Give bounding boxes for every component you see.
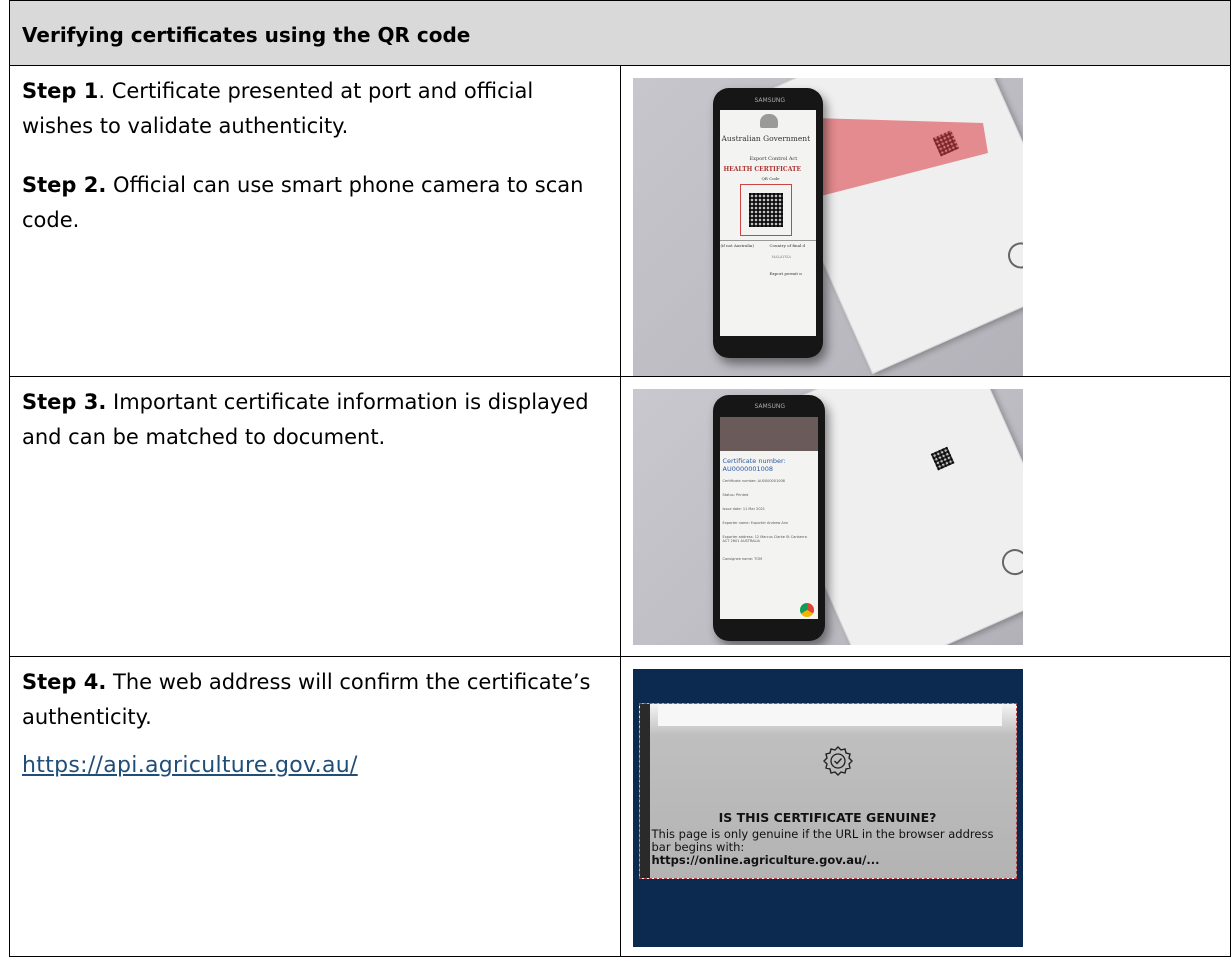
smartphone-icon: SAMSUNG Australian Government Export Con…: [712, 88, 823, 358]
qr-code-icon: [930, 446, 954, 471]
genuine-url: https://online.agriculture.gov.au/...: [651, 853, 880, 867]
screen-table: (if not Australia) Country of final d MA…: [719, 240, 816, 336]
step-3-label: Step 3.: [22, 390, 107, 414]
table-header: Verifying certificates using the QR code: [9, 0, 1231, 66]
step-4-text: The web address will confirm the certifi…: [22, 670, 591, 729]
genuine-body-text: This page is only genuine if the URL in …: [651, 827, 994, 854]
seal-icon: [997, 544, 1023, 580]
scan-beam-icon: [812, 118, 988, 198]
genuine-certificate-banner-screenshot: IS THIS CERTIFICATE GENUINE? This page i…: [632, 669, 1023, 947]
screen-line: Certificate number: AU0000001008: [722, 479, 785, 483]
step-text-cell: Step 3. Important certificate informatio…: [9, 376, 621, 657]
screen-line: Consignee name: TOM: [722, 557, 763, 561]
step-image-cell: SAMSUNG Australian Government Export Con…: [619, 65, 1231, 377]
step-image-cell: SAMSUNG Certificate number: AU0000001008…: [619, 376, 1231, 657]
verified-badge-icon: [822, 746, 853, 776]
browser-banner: IS THIS CERTIFICATE GENUINE? This page i…: [638, 703, 1017, 879]
phone-certificate-info-photo: SAMSUNG Certificate number: AU0000001008…: [632, 389, 1023, 645]
table-row: Step 4. The web address will confirm the…: [9, 656, 1231, 957]
verification-link[interactable]: https://api.agriculture.gov.au/: [22, 753, 358, 778]
step-2-paragraph: Step 2. Official can use smart phone cam…: [10, 160, 620, 238]
gov-header-bar: [719, 417, 818, 451]
screen-right-value: MALAYSIA: [771, 255, 791, 259]
step-4-label: Step 4.: [22, 670, 107, 694]
phone-brand: SAMSUNG: [754, 97, 786, 104]
step-image-cell: IS THIS CERTIFICATE GENUINE? This page i…: [619, 656, 1231, 957]
step-1-label: Step 1: [22, 79, 99, 103]
verification-steps-table: Verifying certificates using the QR code…: [9, 0, 1231, 957]
step-2-label: Step 2.: [22, 173, 107, 197]
chrome-icon: [799, 603, 814, 617]
smartphone-icon: SAMSUNG Certificate number: AU0000001008…: [712, 395, 825, 641]
crest-icon: [759, 114, 778, 128]
qr-code-icon: [748, 193, 783, 227]
screen-line: Exporter name: Exporter Andrew Ann: [722, 521, 789, 525]
step-4-paragraph: Step 4. The web address will confirm the…: [10, 657, 620, 735]
step-1-paragraph: Step 1. Certificate presented at port an…: [10, 66, 620, 144]
step-2-text: Official can use smart phone camera to s…: [22, 173, 584, 232]
step-3-paragraph: Step 3. Important certificate informatio…: [10, 377, 620, 455]
screen-qr-label: QR Code: [761, 176, 780, 181]
screen-heading: HEALTH CERTIFICATE: [723, 166, 802, 173]
genuine-question-title: IS THIS CERTIFICATE GENUINE?: [718, 810, 937, 825]
screen-line: Status: Printed: [722, 493, 749, 497]
screen-cert-value: AU0000001008: [722, 465, 774, 473]
step-1-text: . Certificate presented at port and offi…: [22, 79, 534, 138]
qr-frame: [739, 184, 792, 236]
banner-left-edge: [639, 704, 650, 878]
table-title: Verifying certificates using the QR code: [22, 23, 471, 47]
table-row: Step 1. Certificate presented at port an…: [9, 65, 1231, 377]
phone-brand: SAMSUNG: [754, 403, 786, 410]
step-text-cell: Step 1. Certificate presented at port an…: [9, 65, 621, 377]
screen-title: Australian Government: [721, 134, 811, 143]
phone-screen: Australian Government Export Control Act…: [719, 110, 816, 336]
screen-line: Exporter address: 12 Marcus Clarke St Ca…: [722, 535, 807, 543]
step-3-text: Important certificate information is dis…: [22, 390, 589, 449]
table-row: Step 3. Important certificate informatio…: [9, 376, 1231, 657]
screen-subtitle: Export Control Act: [749, 156, 798, 162]
phone-screen: Certificate number: AU0000001008 Certifi…: [719, 417, 818, 619]
phone-scanning-qr-photo: SAMSUNG Australian Government Export Con…: [632, 78, 1023, 376]
banner-top-strip: [657, 704, 1002, 726]
screen-left-cell: (if not Australia): [720, 243, 754, 248]
screen-line: Issue date: 11 Mar 2021: [722, 507, 766, 511]
step-text-cell: Step 4. The web address will confirm the…: [9, 656, 621, 957]
screen-bottom-cell: Export permit n: [769, 271, 802, 276]
screen-cert-label: Certificate number:: [722, 457, 786, 465]
genuine-explanation: This page is only genuine if the URL in …: [652, 828, 1008, 867]
screen-right-cell: Country of final d: [769, 243, 806, 248]
